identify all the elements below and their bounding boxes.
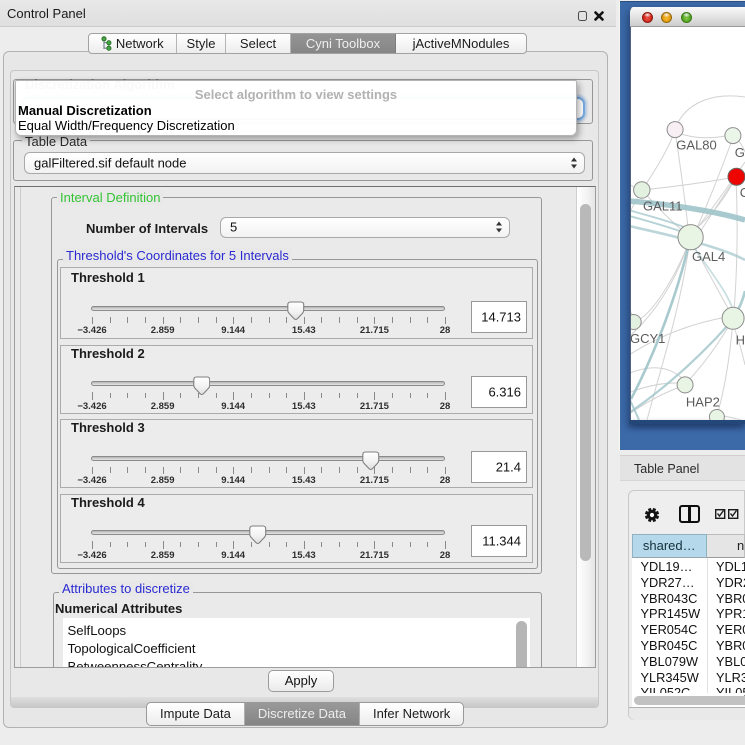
svg-text:GAL80: GAL80	[676, 138, 716, 153]
svg-text:C: C	[740, 185, 745, 200]
svg-text:GAL4: GAL4	[692, 249, 725, 264]
svg-text:HAP2: HAP2	[686, 395, 720, 410]
svg-text:GAL11: GAL11	[643, 199, 683, 214]
svg-text:GCY1: GCY1	[631, 331, 665, 346]
svg-text:H: H	[736, 332, 745, 347]
svg-text:GA: GA	[735, 145, 745, 160]
